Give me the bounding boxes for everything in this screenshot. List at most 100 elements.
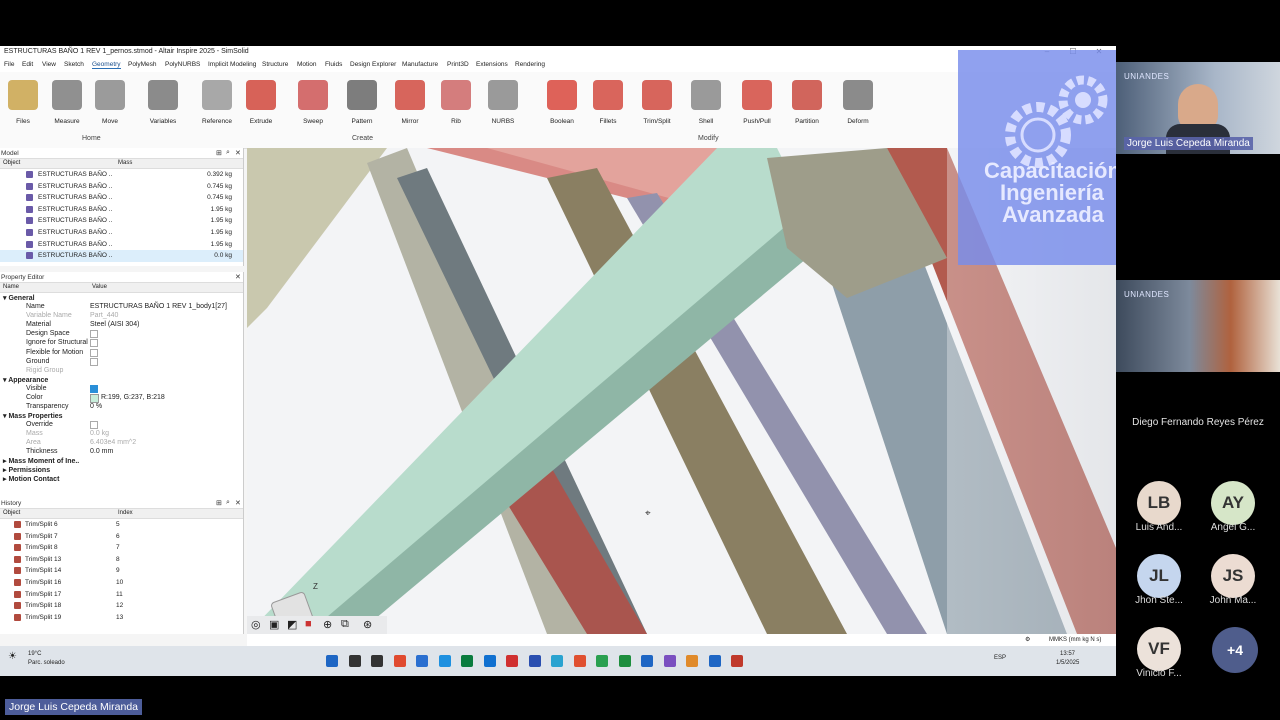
history-row[interactable]: Trim/Split 6 5 — [0, 519, 243, 531]
model-row[interactable]: ESTRUCTURAS BAÑO .. 0.392 kg — [0, 169, 243, 181]
panel-close-icon[interactable]: ✕ — [235, 273, 241, 281]
menu-item-design-explorer[interactable]: Design Explorer — [350, 61, 396, 68]
ribbon-button-sweep[interactable]: Sweep — [293, 78, 333, 130]
zoom-icon[interactable]: ⊕ — [323, 618, 332, 631]
model-row[interactable]: ESTRUCTURAS BAÑO .. 0.745 kg — [0, 181, 243, 193]
ribbon-button-fillets[interactable]: Fillets — [588, 78, 628, 130]
ribbon-button-rib[interactable]: Rib — [436, 78, 476, 130]
weather-temp[interactable]: 19°C — [28, 651, 41, 657]
settings-icon[interactable]: ⚙ — [1025, 636, 1030, 643]
units-label[interactable]: MMKS (mm kg N s) — [1049, 637, 1101, 643]
section-general[interactable]: General — [8, 295, 34, 302]
design-space-checkbox[interactable] — [90, 330, 98, 338]
panel-options-icon[interactable]: ⊞ — [216, 499, 222, 507]
render-mode-icon[interactable]: ■ — [305, 618, 312, 630]
menu-item-view[interactable]: View — [42, 61, 56, 68]
ribbon-button-mirror[interactable]: Mirror — [390, 78, 430, 130]
column-object[interactable]: Object — [3, 160, 20, 166]
prop-material-value[interactable]: Steel (AISI 304) — [90, 321, 139, 328]
prop-name-value[interactable]: ESTRUCTURAS BAÑO 1 REV 1_body1[27] — [90, 303, 227, 310]
model-row[interactable]: ESTRUCTURAS BAÑO .. 1.95 kg — [0, 227, 243, 239]
taskbar-excel-icon[interactable] — [461, 655, 473, 667]
ribbon-button-boolean[interactable]: Boolean — [542, 78, 582, 130]
ribbon-button-move[interactable]: Move — [90, 78, 130, 130]
clock-date[interactable]: 1/5/2025 — [1056, 660, 1079, 666]
prop-thickness-value[interactable]: 0.0 mm — [90, 448, 113, 455]
model-row[interactable]: ESTRUCTURAS BAÑO .. 0.0 kg — [0, 250, 243, 262]
panel-search-icon[interactable]: ⌕ — [226, 149, 230, 157]
ground-checkbox[interactable] — [90, 358, 98, 366]
taskbar-onenote-icon[interactable] — [663, 655, 676, 667]
taskbar-vscode-icon[interactable] — [641, 655, 653, 667]
menu-item-print3d[interactable]: Print3D — [447, 61, 469, 68]
video-tile-participant[interactable]: UNIANDES — [1116, 280, 1280, 372]
fit-view-icon[interactable]: ⧉ — [341, 618, 349, 631]
history-row[interactable]: Trim/Split 8 7 — [0, 542, 243, 554]
ribbon-button-deform[interactable]: Deform — [838, 78, 878, 130]
section-appearance[interactable]: Appearance — [8, 377, 48, 384]
ignore-structural-checkbox[interactable] — [90, 339, 98, 347]
menu-item-manufacture[interactable]: Manufacture — [402, 61, 438, 68]
ribbon-button-shell[interactable]: Shell — [686, 78, 726, 130]
taskbar-files-icon[interactable] — [686, 655, 698, 667]
menu-item-polymesh[interactable]: PolyMesh — [128, 61, 157, 68]
flexible-motion-checkbox[interactable] — [90, 349, 98, 357]
menu-item-extensions[interactable]: Extensions — [476, 61, 508, 68]
menu-item-motion[interactable]: Motion — [297, 61, 317, 68]
history-row[interactable]: Trim/Split 17 11 — [0, 589, 243, 601]
ribbon-button-nurbs[interactable]: NURBS — [483, 78, 523, 130]
history-row[interactable]: Trim/Split 7 6 — [0, 531, 243, 543]
model-row[interactable]: ESTRUCTURAS BAÑO .. 0.745 kg — [0, 192, 243, 204]
taskbar-zoom-icon[interactable] — [708, 655, 721, 667]
taskbar-youtube-icon[interactable] — [506, 655, 518, 667]
taskbar-word-icon[interactable] — [483, 655, 496, 667]
taskbar-start-icon[interactable] — [326, 655, 338, 667]
menu-item-implicit-modeling[interactable]: Implicit Modeling — [208, 61, 256, 68]
section-mass-properties[interactable]: Mass Properties — [8, 413, 62, 420]
column-object[interactable]: Object — [3, 510, 20, 516]
history-row[interactable]: Trim/Split 19 13 — [0, 612, 243, 624]
menu-item-structure[interactable]: Structure — [262, 61, 288, 68]
ribbon-button-extrude[interactable]: Extrude — [241, 78, 281, 130]
taskbar-office-icon[interactable] — [573, 655, 586, 667]
model-row[interactable]: ESTRUCTURAS BAÑO .. 1.95 kg — [0, 215, 243, 227]
clock-time[interactable]: 13:57 — [1060, 651, 1075, 657]
ribbon-button-measure[interactable]: Measure — [47, 78, 87, 130]
taskbar-edge-icon[interactable] — [416, 655, 428, 667]
ribbon-button-push-pull[interactable]: Push/Pull — [737, 78, 777, 130]
ribbon-button-reference[interactable]: Reference — [197, 78, 237, 130]
override-checkbox[interactable] — [90, 421, 98, 429]
participant-avatar[interactable]: AY — [1211, 481, 1255, 525]
ribbon-button-partition[interactable]: Partition — [787, 78, 827, 130]
taskbar-search-icon[interactable] — [348, 655, 361, 667]
section-permissions[interactable]: Permissions — [8, 467, 50, 474]
history-row[interactable]: Trim/Split 13 8 — [0, 554, 243, 566]
section-view-icon[interactable]: ◩ — [287, 618, 297, 631]
panel-search-icon[interactable]: ⌕ — [226, 499, 230, 507]
section-motion-contact[interactable]: Motion Contact — [8, 476, 59, 483]
orbit-icon[interactable]: ◎ — [251, 618, 261, 631]
taskbar-browser-icon[interactable] — [393, 655, 406, 667]
participant-avatar[interactable]: VF — [1137, 627, 1181, 671]
ribbon-button-pattern[interactable]: Pattern — [342, 78, 382, 130]
column-mass[interactable]: Mass — [118, 160, 132, 166]
taskbar-whatsapp-icon[interactable] — [596, 655, 608, 667]
prop-transparency-value[interactable]: 0 % — [90, 403, 102, 410]
weather-icon[interactable]: ☀ — [8, 651, 17, 662]
menu-item-geometry[interactable]: Geometry — [92, 61, 121, 69]
model-row[interactable]: ESTRUCTURAS BAÑO .. 1.95 kg — [0, 239, 243, 251]
taskbar-recorder-icon[interactable] — [731, 655, 743, 667]
taskbar-chrome-2-icon[interactable] — [618, 655, 631, 667]
taskbar-teams-icon[interactable] — [528, 655, 541, 667]
view-box-icon[interactable]: ▣ — [269, 618, 279, 631]
menu-item-polynurbs[interactable]: PolyNURBS — [165, 61, 200, 68]
taskbar-outlook-icon[interactable] — [551, 655, 563, 667]
panel-close-icon[interactable]: ✕ — [235, 149, 241, 157]
panel-close-icon[interactable]: ✕ — [235, 499, 241, 507]
participant-avatar[interactable]: JL — [1137, 554, 1181, 598]
section-moment-of-inertia[interactable]: Mass Moment of Ine.. — [8, 458, 79, 465]
ribbon-button-files[interactable]: Files — [3, 78, 43, 130]
menu-item-sketch[interactable]: Sketch — [64, 61, 84, 68]
more-participants-button[interactable]: +4 — [1212, 627, 1258, 673]
global-view-icon[interactable]: ⊛ — [363, 618, 372, 631]
